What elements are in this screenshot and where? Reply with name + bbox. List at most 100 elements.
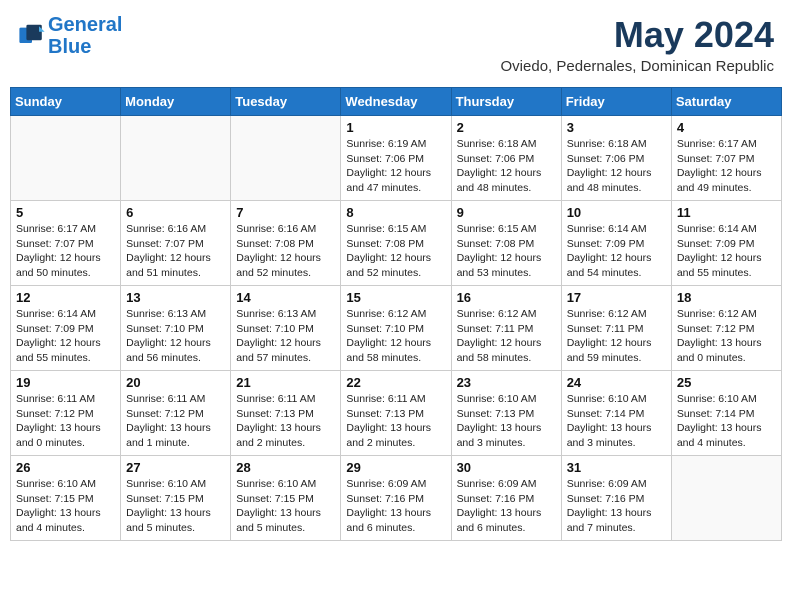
day-number: 13	[126, 290, 225, 305]
calendar-cell: 11 Sunrise: 6:14 AM Sunset: 7:09 PM Dayli…	[671, 201, 781, 286]
calendar-cell: 14Sunrise: 6:13 AM Sunset: 7:10 PM Dayli…	[231, 286, 341, 371]
day-info: Sunrise: 6:17 AM Sunset: 7:07 PM Dayligh…	[16, 222, 115, 281]
calendar-cell: 29 Sunrise: 6:09 AM Sunset: 7:16 PM Dayli…	[341, 456, 451, 541]
day-info: Sunrise: 6:14 AM Sunset: 7:09 PM Dayligh…	[567, 222, 666, 281]
day-info: Sunrise: 6:10 AM Sunset: 7:14 PM Dayligh…	[677, 392, 776, 451]
calendar-cell: 20 Sunrise: 6:11 AM Sunset: 7:12 PM Dayli…	[121, 371, 231, 456]
day-number: 10	[567, 205, 666, 220]
day-number: 15	[346, 290, 445, 305]
day-number: 7	[236, 205, 335, 220]
day-number: 6	[126, 205, 225, 220]
day-number: 29	[346, 460, 445, 475]
calendar-cell	[671, 456, 781, 541]
day-info: Sunrise: 6:09 AM Sunset: 7:16 PM Dayligh…	[346, 477, 445, 536]
calendar-cell: 1 Sunrise: 6:19 AM Sunset: 7:06 PM Daylig…	[341, 116, 451, 201]
weekday-header-saturday: Saturday	[671, 88, 781, 116]
calendar-cell: 28 Sunrise: 6:10 AM Sunset: 7:15 PM Dayli…	[231, 456, 341, 541]
day-number: 5	[16, 205, 115, 220]
calendar-cell: 8Sunrise: 6:15 AM Sunset: 7:08 PM Daylig…	[341, 201, 451, 286]
day-number: 28	[236, 460, 335, 475]
calendar-week-row: 12 Sunrise: 6:14 AM Sunset: 7:09 PM Dayli…	[11, 286, 782, 371]
day-number: 12	[16, 290, 115, 305]
day-number: 30	[457, 460, 556, 475]
calendar-week-row: 19 Sunrise: 6:11 AM Sunset: 7:12 PM Dayli…	[11, 371, 782, 456]
weekday-header-tuesday: Tuesday	[231, 88, 341, 116]
day-info: Sunrise: 6:13 AM Sunset: 7:10 PM Dayligh…	[236, 307, 335, 366]
day-number: 2	[457, 120, 556, 135]
day-number: 22	[346, 375, 445, 390]
calendar-cell: 18 Sunrise: 6:12 AM Sunset: 7:12 PM Dayli…	[671, 286, 781, 371]
weekday-header-monday: Monday	[121, 88, 231, 116]
day-info: Sunrise: 6:12 AM Sunset: 7:11 PM Dayligh…	[457, 307, 556, 366]
day-info: Sunrise: 6:14 AM Sunset: 7:09 PM Dayligh…	[16, 307, 115, 366]
day-info: Sunrise: 6:16 AM Sunset: 7:08 PM Dayligh…	[236, 222, 335, 281]
calendar-cell: 24Sunrise: 6:10 AM Sunset: 7:14 PM Dayli…	[561, 371, 671, 456]
calendar-cell: 31 Sunrise: 6:09 AM Sunset: 7:16 PM Dayli…	[561, 456, 671, 541]
day-info: Sunrise: 6:09 AM Sunset: 7:16 PM Dayligh…	[567, 477, 666, 536]
logo-icon	[18, 22, 46, 50]
calendar-cell: 30 Sunrise: 6:09 AM Sunset: 7:16 PM Dayli…	[451, 456, 561, 541]
day-info: Sunrise: 6:10 AM Sunset: 7:15 PM Dayligh…	[16, 477, 115, 536]
calendar-cell: 9 Sunrise: 6:15 AM Sunset: 7:08 PM Daylig…	[451, 201, 561, 286]
calendar-cell: 15 Sunrise: 6:12 AM Sunset: 7:10 PM Dayli…	[341, 286, 451, 371]
calendar-cell: 25 Sunrise: 6:10 AM Sunset: 7:14 PM Dayli…	[671, 371, 781, 456]
day-info: Sunrise: 6:18 AM Sunset: 7:06 PM Dayligh…	[567, 137, 666, 196]
day-number: 31	[567, 460, 666, 475]
logo-general: General	[48, 14, 122, 36]
day-number: 4	[677, 120, 776, 135]
calendar-week-row: 5 Sunrise: 6:17 AM Sunset: 7:07 PM Daylig…	[11, 201, 782, 286]
calendar-table: SundayMondayTuesdayWednesdayThursdayFrid…	[10, 87, 782, 541]
day-info: Sunrise: 6:12 AM Sunset: 7:12 PM Dayligh…	[677, 307, 776, 366]
day-info: Sunrise: 6:16 AM Sunset: 7:07 PM Dayligh…	[126, 222, 225, 281]
day-info: Sunrise: 6:09 AM Sunset: 7:16 PM Dayligh…	[457, 477, 556, 536]
day-number: 20	[126, 375, 225, 390]
weekday-header-row: SundayMondayTuesdayWednesdayThursdayFrid…	[11, 88, 782, 116]
day-info: Sunrise: 6:10 AM Sunset: 7:15 PM Dayligh…	[126, 477, 225, 536]
day-number: 9	[457, 205, 556, 220]
day-info: Sunrise: 6:19 AM Sunset: 7:06 PM Dayligh…	[346, 137, 445, 196]
day-number: 18	[677, 290, 776, 305]
weekday-header-thursday: Thursday	[451, 88, 561, 116]
day-info: Sunrise: 6:12 AM Sunset: 7:11 PM Dayligh…	[567, 307, 666, 366]
calendar-cell: 10 Sunrise: 6:14 AM Sunset: 7:09 PM Dayli…	[561, 201, 671, 286]
calendar-cell: 23Sunrise: 6:10 AM Sunset: 7:13 PM Dayli…	[451, 371, 561, 456]
day-info: Sunrise: 6:11 AM Sunset: 7:13 PM Dayligh…	[236, 392, 335, 451]
calendar-cell: 2 Sunrise: 6:18 AM Sunset: 7:06 PM Daylig…	[451, 116, 561, 201]
weekday-header-friday: Friday	[561, 88, 671, 116]
day-number: 8	[346, 205, 445, 220]
calendar-cell: 12 Sunrise: 6:14 AM Sunset: 7:09 PM Dayli…	[11, 286, 121, 371]
calendar-week-row: 1 Sunrise: 6:19 AM Sunset: 7:06 PM Daylig…	[11, 116, 782, 201]
day-info: Sunrise: 6:11 AM Sunset: 7:12 PM Dayligh…	[16, 392, 115, 451]
calendar-cell: 26 Sunrise: 6:10 AM Sunset: 7:15 PM Dayli…	[11, 456, 121, 541]
day-info: Sunrise: 6:17 AM Sunset: 7:07 PM Dayligh…	[677, 137, 776, 196]
day-number: 1	[346, 120, 445, 135]
calendar-cell: 21Sunrise: 6:11 AM Sunset: 7:13 PM Dayli…	[231, 371, 341, 456]
day-info: Sunrise: 6:14 AM Sunset: 7:09 PM Dayligh…	[677, 222, 776, 281]
calendar-cell	[231, 116, 341, 201]
day-info: Sunrise: 6:11 AM Sunset: 7:12 PM Dayligh…	[126, 392, 225, 451]
calendar-cell: 6 Sunrise: 6:16 AM Sunset: 7:07 PM Daylig…	[121, 201, 231, 286]
day-number: 16	[457, 290, 556, 305]
calendar-cell	[121, 116, 231, 201]
day-number: 19	[16, 375, 115, 390]
day-number: 23	[457, 375, 556, 390]
day-number: 26	[16, 460, 115, 475]
day-info: Sunrise: 6:15 AM Sunset: 7:08 PM Dayligh…	[457, 222, 556, 281]
page-header: General Blue May 2024 Oviedo, Pedernales…	[10, 10, 782, 79]
calendar-cell: 3 Sunrise: 6:18 AM Sunset: 7:06 PM Daylig…	[561, 116, 671, 201]
day-info: Sunrise: 6:10 AM Sunset: 7:15 PM Dayligh…	[236, 477, 335, 536]
day-info: Sunrise: 6:12 AM Sunset: 7:10 PM Dayligh…	[346, 307, 445, 366]
day-number: 27	[126, 460, 225, 475]
calendar-cell: 5 Sunrise: 6:17 AM Sunset: 7:07 PM Daylig…	[11, 201, 121, 286]
day-number: 25	[677, 375, 776, 390]
calendar-cell: 19 Sunrise: 6:11 AM Sunset: 7:12 PM Dayli…	[11, 371, 121, 456]
day-info: Sunrise: 6:18 AM Sunset: 7:06 PM Dayligh…	[457, 137, 556, 196]
location-subtitle: Oviedo, Pedernales, Dominican Republic	[501, 58, 774, 75]
logo-blue: Blue	[48, 36, 91, 58]
day-info: Sunrise: 6:10 AM Sunset: 7:14 PM Dayligh…	[567, 392, 666, 451]
day-number: 3	[567, 120, 666, 135]
day-number: 11	[677, 205, 776, 220]
calendar-cell: 13Sunrise: 6:13 AM Sunset: 7:10 PM Dayli…	[121, 286, 231, 371]
calendar-cell: 17Sunrise: 6:12 AM Sunset: 7:11 PM Dayli…	[561, 286, 671, 371]
calendar-cell: 4 Sunrise: 6:17 AM Sunset: 7:07 PM Daylig…	[671, 116, 781, 201]
